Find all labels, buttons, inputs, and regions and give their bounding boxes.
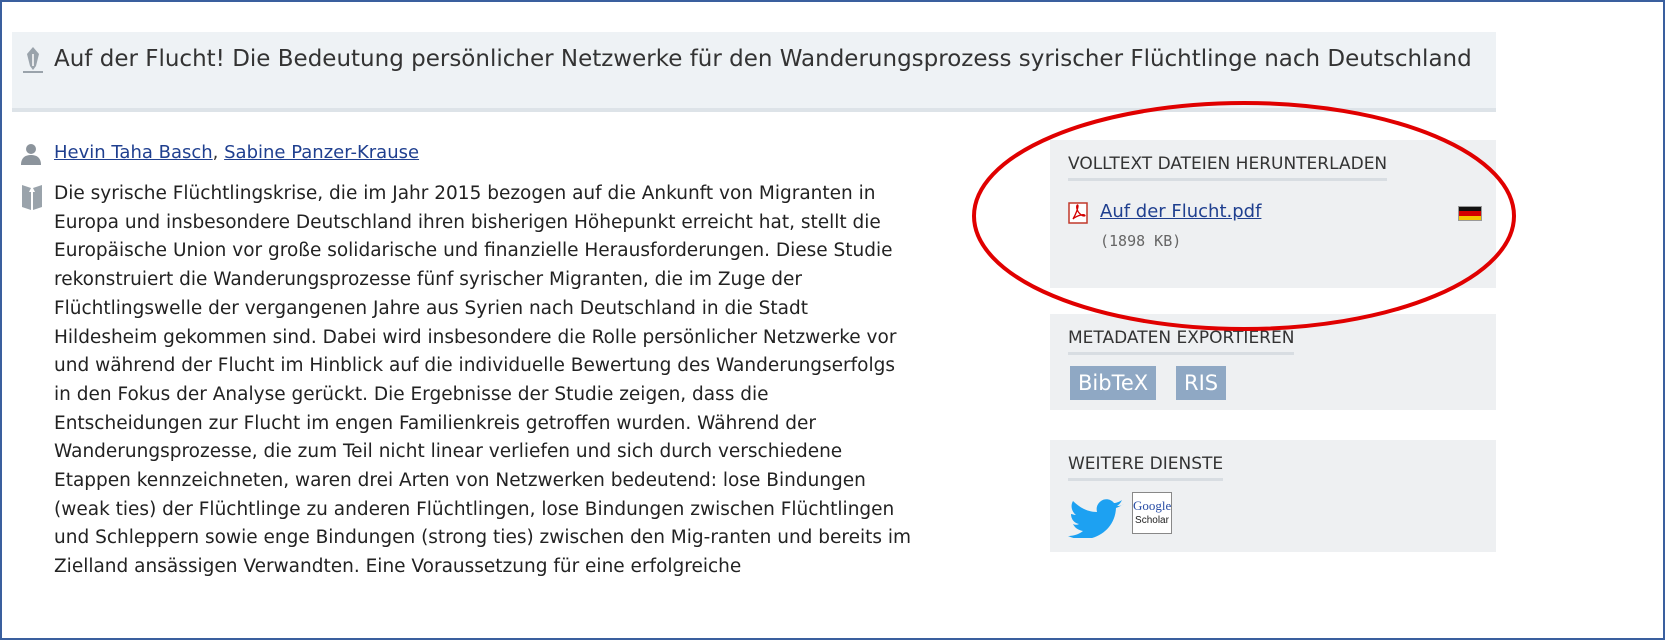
author-link[interactable]: Sabine Panzer-Krause [224,142,419,163]
author-separator: , [212,142,225,163]
author-link[interactable]: Hevin Taha Basch [54,142,213,163]
twitter-icon[interactable] [1068,498,1126,538]
page-title: Auf der Flucht! Die Bedeutung persönlich… [54,46,1472,72]
pdf-icon [1068,202,1088,224]
export-heading: METADATEN EXPORTIEREN [1068,328,1295,355]
file-size: (1898 KB) [1100,232,1182,250]
download-panel: VOLLTEXT DATEIEN HERUNTERLADEN Auf der F… [1050,140,1496,288]
services-panel: WEITERE DIENSTE Google Scholar [1050,440,1496,552]
author-list: Hevin Taha Basch, Sabine Panzer-Krause [54,142,419,163]
page-frame: Auf der Flucht! Die Bedeutung persönlich… [0,0,1665,640]
export-panel: METADATEN EXPORTIEREN BibTeX RIS [1050,314,1496,410]
pen-nib-icon [23,47,43,73]
title-bar: Auf der Flucht! Die Bedeutung persönlich… [12,32,1496,112]
services-heading: WEITERE DIENSTE [1068,454,1224,481]
bibtex-export-button[interactable]: BibTeX [1070,366,1157,400]
person-icon [21,144,41,165]
german-flag-icon [1458,206,1482,221]
google-scholar-icon[interactable]: Google Scholar [1132,492,1172,534]
download-heading: VOLLTEXT DATEIEN HERUNTERLADEN [1068,154,1388,181]
book-icon [22,185,42,210]
pdf-download-link[interactable]: Auf der Flucht.pdf [1100,201,1261,222]
abstract-text: Die syrische Flüchtlingskrise, die im Ja… [54,183,912,578]
ris-export-button[interactable]: RIS [1176,366,1227,400]
